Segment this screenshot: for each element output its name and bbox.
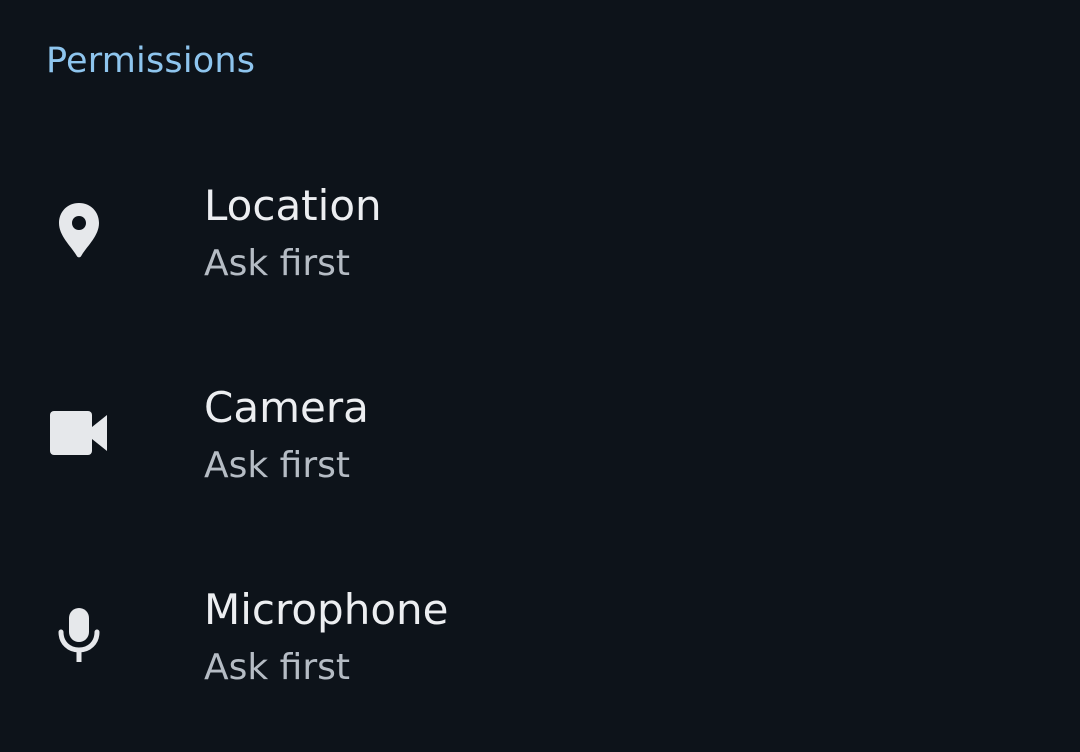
permission-label: Microphone <box>204 585 449 634</box>
section-header-permissions: Permissions <box>46 41 256 81</box>
permission-item-location[interactable]: Location Ask first <box>0 132 1080 334</box>
video-camera-icon <box>46 400 112 466</box>
permission-status: Ask first <box>204 445 351 486</box>
permission-item-microphone[interactable]: Microphone Ask first <box>0 536 1080 738</box>
permission-label: Camera <box>204 383 369 432</box>
microphone-icon <box>46 602 112 668</box>
permission-status: Ask first <box>204 647 351 688</box>
permission-label: Location <box>204 181 382 230</box>
permission-item-camera[interactable]: Camera Ask first <box>0 334 1080 536</box>
permission-status: Ask first <box>204 243 351 284</box>
permissions-screen: Permissions Location Ask first Camera As… <box>0 0 1080 752</box>
location-pin-icon <box>46 198 112 264</box>
